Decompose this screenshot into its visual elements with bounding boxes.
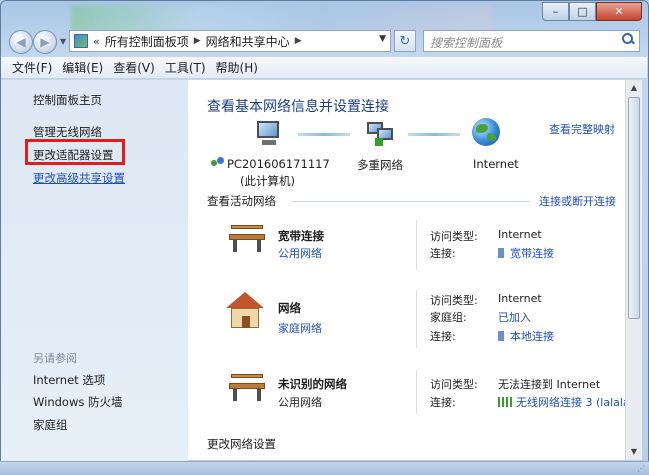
sidebar-item-homegroup[interactable]: 家庭组	[33, 417, 68, 433]
title-bar-blur	[71, 5, 491, 31]
scroll-down-icon[interactable]: ▼	[626, 444, 642, 460]
access-type-label: 访问类型:	[430, 294, 478, 307]
active-networks-heading: 查看活动网络	[207, 194, 276, 208]
menu-bar: 文件(F) 编辑(E) 查看(V) 工具(T) 帮助(H)	[1, 57, 647, 79]
access-type-value: 无法连接到 Internet	[498, 378, 601, 391]
search-icon[interactable]	[622, 33, 635, 46]
address-bar[interactable]: « 所有控制面板项 ▶ 网络和共享中心 ▶ ▼	[69, 30, 391, 52]
back-arrow-icon: ◀	[16, 35, 26, 49]
network-category[interactable]: 公用网络	[278, 394, 322, 410]
network-name: 网络	[278, 301, 301, 315]
network-share-icon	[211, 157, 225, 169]
section-divider	[292, 201, 530, 202]
network-name: 宽带连接	[278, 229, 324, 243]
connection-link[interactable]: 宽带连接	[498, 245, 554, 261]
sidebar: 控制面板主页 管理无线网络 更改适配器设置 更改高级共享设置 另请参阅 Inte…	[1, 80, 188, 470]
menu-file[interactable]: 文件(F)	[7, 59, 57, 76]
page-title: 查看基本网络信息并设置连接	[207, 99, 389, 115]
connection-link-text: 无线网络连接 3 (lalala)	[516, 396, 625, 409]
sidebar-item-manage-wireless[interactable]: 管理无线网络	[33, 124, 102, 140]
homegroup-link[interactable]: 已加入	[498, 309, 531, 325]
search-input[interactable]: 搜索控制面板	[423, 30, 640, 52]
connection-line	[298, 133, 350, 136]
wireless-signal-icon	[498, 397, 512, 407]
window-controls: – □ ✕	[542, 2, 642, 21]
connection-link-text: 本地连接	[510, 330, 554, 343]
change-settings-heading: 更改网络设置	[207, 437, 276, 451]
maximize-button[interactable]: □	[569, 2, 596, 21]
menu-edit[interactable]: 编辑(E)	[57, 59, 108, 76]
connection-label: 连接:	[430, 330, 456, 343]
breadcrumb-separator-icon[interactable]: ▶	[194, 36, 201, 46]
connection-link[interactable]: 本地连接	[498, 328, 554, 344]
public-network-bench-icon[interactable]	[229, 223, 265, 253]
dialup-connection-icon	[498, 248, 504, 258]
breadcrumb-item[interactable]: 网络和共享中心	[206, 33, 290, 50]
connect-disconnect-link[interactable]: 连接或断开连接	[539, 193, 616, 209]
refresh-icon: ↻	[399, 33, 411, 49]
refresh-button[interactable]: ↻	[394, 30, 416, 52]
minimize-button[interactable]: –	[542, 2, 569, 21]
breadcrumb-item[interactable]: 所有控制面板项	[105, 33, 189, 50]
lan-connection-icon	[498, 331, 504, 341]
column-divider	[416, 220, 417, 270]
window-bottom-border: ⋰	[0, 461, 649, 475]
close-button[interactable]: ✕	[596, 2, 642, 21]
sidebar-item-internet-options[interactable]: Internet 选项	[33, 372, 105, 388]
internet-globe-icon	[472, 118, 500, 146]
network-category-link[interactable]: 家庭网络	[278, 320, 322, 336]
vertical-scrollbar[interactable]: ▲ ▼	[625, 80, 642, 460]
view-full-map-link[interactable]: 查看完整映射	[549, 121, 615, 137]
sidebar-item-firewall[interactable]: Windows 防火墙	[33, 394, 123, 410]
multiple-networks-label: 多重网络	[357, 158, 403, 172]
breadcrumb-separator-icon[interactable]: ▶	[295, 36, 302, 46]
breadcrumb-overflow[interactable]: «	[93, 35, 100, 48]
access-type-value: Internet	[498, 292, 542, 305]
access-type-value: Internet	[498, 228, 542, 241]
internet-label: Internet	[473, 157, 519, 171]
multiple-networks-icon	[363, 120, 397, 150]
connection-label: 连接:	[430, 247, 456, 260]
public-network-bench-icon[interactable]	[229, 372, 265, 402]
sidebar-item-advanced-sharing[interactable]: 更改高级共享设置	[33, 170, 125, 186]
homegroup-label: 家庭组:	[430, 311, 467, 324]
computer-name-label: PC201606171117	[227, 157, 330, 171]
forward-button[interactable]: ▶	[33, 30, 57, 54]
recent-pages-dropdown[interactable]: ▼	[60, 37, 66, 46]
computer-icon	[255, 120, 283, 150]
main-content: 查看基本网络信息并设置连接 查看完整映射 PC201606171117 (此计算…	[188, 80, 625, 460]
network-name: 未识别的网络	[278, 377, 347, 391]
column-divider	[416, 290, 417, 348]
connection-link[interactable]: 无线网络连接 3 (lalala)	[498, 394, 625, 410]
resize-grip-icon[interactable]: ⋰	[637, 464, 645, 473]
chevron-down-icon[interactable]: ▼	[379, 34, 386, 44]
back-button[interactable]: ◀	[9, 30, 33, 54]
home-network-house-icon[interactable]	[226, 292, 264, 330]
forward-arrow-icon: ▶	[40, 35, 50, 49]
access-type-label: 访问类型:	[430, 378, 478, 391]
see-also-heading: 另请参阅	[33, 352, 77, 365]
scroll-up-icon[interactable]: ▲	[626, 80, 642, 96]
column-divider	[416, 370, 417, 414]
connection-link-text: 宽带连接	[510, 247, 554, 260]
search-placeholder: 搜索控制面板	[430, 36, 503, 50]
menu-help[interactable]: 帮助(H)	[211, 59, 263, 76]
menu-view[interactable]: 查看(V)	[108, 59, 160, 76]
control-panel-icon	[74, 34, 88, 48]
menu-tools[interactable]: 工具(T)	[160, 59, 211, 76]
connection-line	[408, 133, 460, 136]
scroll-thumb[interactable]	[628, 97, 640, 319]
sidebar-item-home[interactable]: 控制面板主页	[33, 92, 102, 108]
highlight-box	[25, 139, 125, 165]
access-type-label: 访问类型:	[430, 230, 478, 243]
network-category-link[interactable]: 公用网络	[278, 245, 322, 261]
computer-sub-label: (此计算机)	[240, 174, 295, 188]
connection-label: 连接:	[430, 396, 456, 409]
